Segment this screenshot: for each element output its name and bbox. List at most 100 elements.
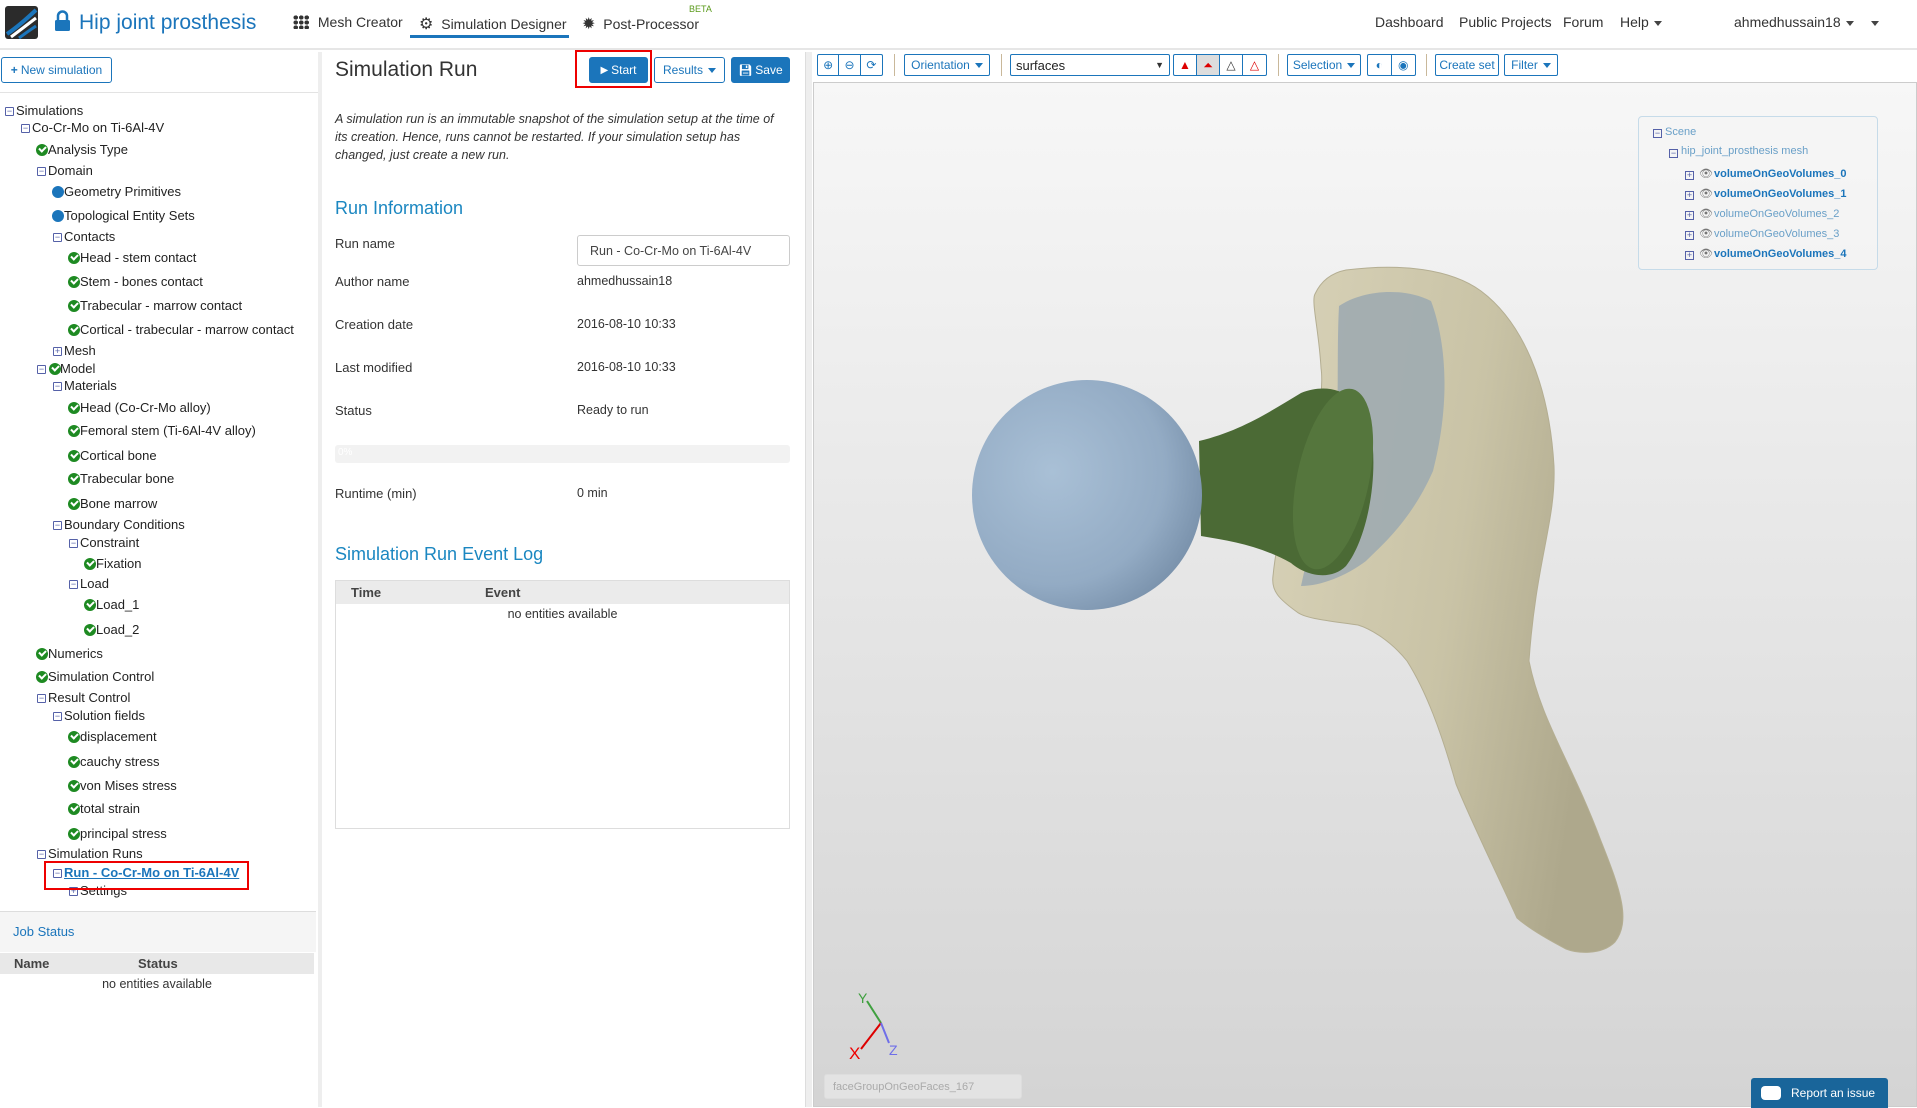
simulation-run-panel: Simulation Run ▶ Start Results 💾︎ Save A s… <box>322 50 805 1107</box>
collapse-icon[interactable]: − <box>5 107 14 116</box>
start-button[interactable]: ▶ Start <box>589 57 648 83</box>
scene-volume-item[interactable]: volumeOnGeoVolumes_1 <box>1714 188 1846 200</box>
scene-volume-item[interactable]: volumeOnGeoVolumes_3 <box>1714 228 1839 240</box>
tree-item[interactable]: Cortical bone <box>0 447 318 465</box>
tree-item[interactable]: total strain <box>0 800 318 818</box>
collapse-icon[interactable]: − <box>37 167 46 176</box>
eye-icon[interactable]: 👁︎ <box>1699 247 1713 260</box>
wireframe-icon[interactable]: △ <box>1220 55 1243 75</box>
tree-item[interactable]: principal stress <box>0 825 318 843</box>
tree-item[interactable]: − Simulations <box>0 102 318 120</box>
zoom-in-icon[interactable]: ⊕ <box>818 55 840 75</box>
tree-item[interactable]: − Materials <box>0 377 318 395</box>
tree-item[interactable]: Analysis Type <box>0 141 318 159</box>
tree-item[interactable]: − Load <box>0 575 318 593</box>
hovered-entity-field[interactable]: faceGroupOnGeoFaces_167 <box>824 1074 1022 1099</box>
collapse-icon[interactable]: − <box>1653 129 1662 138</box>
tree-item[interactable]: − Result Control <box>0 689 318 707</box>
tree-item[interactable]: cauchy stress <box>0 753 318 771</box>
collapse-icon[interactable]: − <box>53 382 62 391</box>
eye-icon[interactable]: 👁︎ <box>1699 207 1713 220</box>
more-menu-dropdown[interactable] <box>1866 14 1879 30</box>
refresh-icon[interactable]: ⟳ <box>861 55 882 75</box>
tree-item[interactable]: Cortical - trabecular - marrow contact <box>0 321 318 339</box>
tree-item[interactable]: Fixation <box>0 555 318 573</box>
selection-dropdown[interactable]: Selection <box>1287 54 1361 76</box>
tree-item[interactable]: Bone marrow <box>0 495 318 513</box>
solid-surface-icon[interactable]: ▲ <box>1174 55 1197 75</box>
scene-mesh[interactable]: hip_joint_prosthesis mesh <box>1681 145 1808 157</box>
collapse-icon[interactable]: − <box>37 850 46 859</box>
collapse-icon[interactable]: − <box>69 539 78 548</box>
tree-item[interactable]: displacement <box>0 728 318 746</box>
collapse-icon[interactable]: − <box>21 124 30 133</box>
tree-item[interactable]: + Mesh <box>0 342 318 360</box>
nav-help-dropdown[interactable]: Help <box>1620 14 1662 30</box>
render-mode-select[interactable]: surfaces ▼ <box>1010 54 1170 76</box>
tree-item[interactable]: Stem - bones contact <box>0 273 318 291</box>
tree-item[interactable]: − Domain <box>0 162 318 180</box>
collapse-icon[interactable]: − <box>53 233 62 242</box>
tree-item[interactable]: Topological Entity Sets <box>0 207 318 225</box>
tree-item[interactable]: − Model <box>0 360 318 378</box>
tree-item[interactable]: Load_1 <box>0 596 318 614</box>
expand-icon[interactable]: + <box>53 347 62 356</box>
collapse-icon[interactable]: − <box>53 712 62 721</box>
nav-public-projects[interactable]: Public Projects <box>1459 14 1552 30</box>
tree-item[interactable]: − Boundary Conditions <box>0 516 318 534</box>
tree-item[interactable]: − Constraint <box>0 534 318 552</box>
tree-item[interactable]: Trabecular - marrow contact <box>0 297 318 315</box>
tree-item[interactable]: − Co-Cr-Mo on Ti-6Al-4V <box>0 119 318 137</box>
right-splitter[interactable] <box>805 52 812 1107</box>
tree-item[interactable]: Head - stem contact <box>0 249 318 267</box>
3d-viewport[interactable]: − Scene − hip_joint_prosthesis mesh + 👁︎ v… <box>813 82 1917 1108</box>
zoom-out-icon[interactable]: ⊖ <box>839 55 861 75</box>
tree-item[interactable]: − Solution fields <box>0 707 318 725</box>
simscale-logo[interactable] <box>5 6 38 39</box>
nav-dashboard[interactable]: Dashboard <box>1375 14 1444 30</box>
eye-icon[interactable]: 👁︎ <box>1699 227 1713 240</box>
tree-item[interactable]: von Mises stress <box>0 777 318 795</box>
surface-edges-icon[interactable]: ⏶ <box>1197 55 1220 75</box>
scene-volume-item[interactable]: volumeOnGeoVolumes_4 <box>1714 248 1846 260</box>
tree-item[interactable]: Head (Co-Cr-Mo alloy) <box>0 399 318 417</box>
tree-item[interactable]: Trabecular bone <box>0 470 318 488</box>
filter-dropdown[interactable]: Filter <box>1504 54 1558 76</box>
tree-item[interactable]: Numerics <box>0 645 318 663</box>
expand-icon[interactable]: + <box>1685 171 1694 180</box>
results-dropdown[interactable]: Results <box>654 57 725 83</box>
outline-icon[interactable]: △ <box>1243 55 1266 75</box>
expand-icon[interactable]: + <box>1685 231 1694 240</box>
tree-item[interactable]: − Contacts <box>0 228 318 246</box>
create-set-button[interactable]: Create set <box>1435 54 1499 76</box>
tab-simulation-designer[interactable]: ⚙ Simulation Designer <box>419 14 567 34</box>
tree-item[interactable]: Geometry Primitives <box>0 183 318 201</box>
tab-mesh-creator[interactable]: Mesh Creator <box>293 14 403 30</box>
show-all-icon[interactable]: ◉ <box>1392 55 1415 75</box>
tree-item[interactable]: Load_2 <box>0 621 318 639</box>
collapse-icon[interactable]: − <box>37 694 46 703</box>
collapse-icon[interactable]: − <box>37 365 46 374</box>
eye-icon[interactable]: 👁︎ <box>1699 187 1713 200</box>
collapse-icon[interactable]: − <box>1669 149 1678 158</box>
tree-item[interactable]: Simulation Control <box>0 668 318 686</box>
expand-icon[interactable]: + <box>1685 191 1694 200</box>
run-name-input[interactable] <box>577 235 790 266</box>
hide-selection-icon[interactable]: ◐ <box>1368 55 1392 75</box>
collapse-icon[interactable]: − <box>53 521 62 530</box>
expand-icon[interactable]: + <box>1685 211 1694 220</box>
expand-icon[interactable]: + <box>1685 251 1694 260</box>
report-issue-button[interactable]: Report an issue <box>1751 1078 1888 1108</box>
nav-forum[interactable]: Forum <box>1563 14 1603 30</box>
save-button[interactable]: 💾︎ Save <box>731 57 790 83</box>
eye-icon[interactable]: 👁︎ <box>1699 167 1713 180</box>
scene-volume-item[interactable]: volumeOnGeoVolumes_2 <box>1714 208 1839 220</box>
tree-item-label: Trabecular bone <box>80 471 175 486</box>
scene-volume-item[interactable]: volumeOnGeoVolumes_0 <box>1714 168 1846 180</box>
user-menu-dropdown[interactable]: ahmedhussain18 <box>1734 14 1854 30</box>
collapse-icon[interactable]: − <box>69 580 78 589</box>
scene-root[interactable]: Scene <box>1665 126 1696 138</box>
orientation-dropdown[interactable]: Orientation <box>904 54 990 76</box>
tree-item[interactable]: Femoral stem (Ti-6Al-4V alloy) <box>0 422 318 440</box>
tab-post-processor[interactable]: ✹ Post-Processor <box>582 14 699 34</box>
